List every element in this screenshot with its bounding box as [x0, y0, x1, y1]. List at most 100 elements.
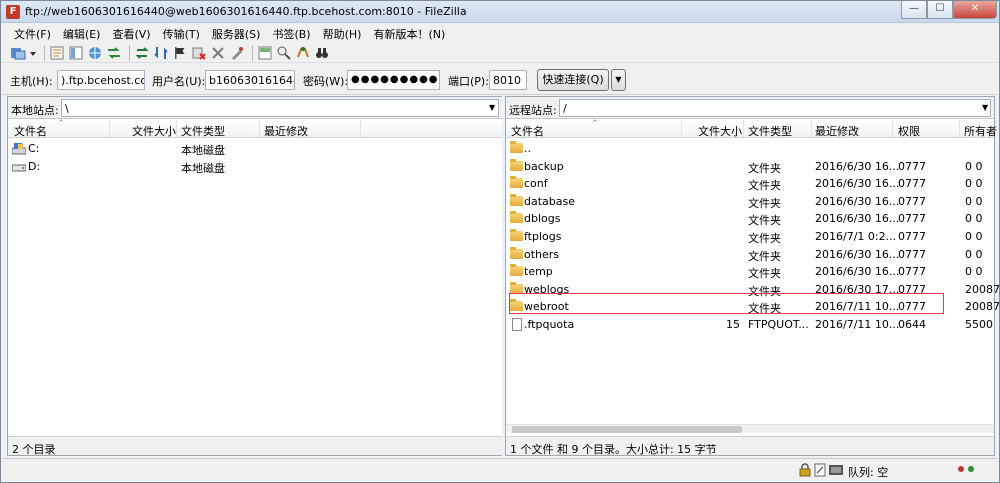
- message-log-icon[interactable]: [49, 45, 65, 61]
- column-divider[interactable]: [176, 120, 177, 137]
- folder-icon: [510, 229, 523, 241]
- username-input[interactable]: b1606301616440: [205, 70, 295, 90]
- local-pane: 本地站点: \ ▼ 文件名 ^ 文件大小 文件类型 最近修改 C: 本地磁盘 D…: [7, 96, 503, 456]
- port-input[interactable]: 8010: [489, 70, 527, 90]
- local-col-size[interactable]: 文件大小: [132, 123, 176, 139]
- file-modified: 2016/6/30 16...: [815, 177, 900, 191]
- close-button[interactable]: ✕: [953, 1, 997, 19]
- remote-path-input[interactable]: /: [559, 99, 991, 117]
- remote-file-row[interactable]: database 文件夹 2016/6/30 16... 0777 0 0: [506, 193, 994, 211]
- disconnect-icon[interactable]: [191, 45, 207, 61]
- file-type: 文件夹: [748, 249, 781, 263]
- directory-compare-icon[interactable]: [229, 45, 245, 61]
- menu-edit[interactable]: 编辑(E): [57, 24, 107, 42]
- remote-col-name[interactable]: 文件名: [511, 123, 544, 139]
- column-divider[interactable]: [109, 120, 110, 137]
- remote-col-permissions[interactable]: 权限: [898, 123, 920, 139]
- password-label: 密码(W):: [303, 75, 349, 88]
- remote-file-row[interactable]: others 文件夹 2016/6/30 16... 0777 0 0: [506, 246, 994, 264]
- toolbar: [2, 43, 998, 63]
- file-name: D:: [28, 160, 41, 173]
- remote-file-row[interactable]: ftplogs 文件夹 2016/7/1 0:2... 0777 0 0: [506, 228, 994, 246]
- dropdown-arrow-icon[interactable]: [29, 45, 37, 61]
- title-bar: F ftp://web1606301616440@web160630161644…: [1, 1, 999, 23]
- menu-help[interactable]: 帮助(H): [317, 24, 368, 42]
- menu-transfer[interactable]: 传输(T): [157, 24, 206, 42]
- sync-browse-icon[interactable]: [276, 45, 292, 61]
- remote-col-modified[interactable]: 最近修改: [815, 123, 859, 139]
- local-path-input[interactable]: \: [61, 99, 499, 117]
- cancel-icon[interactable]: [172, 45, 188, 61]
- reconnect-icon[interactable]: [210, 45, 226, 61]
- remote-col-owner[interactable]: 所有者: [964, 123, 997, 139]
- remote-file-row[interactable]: ..: [506, 140, 994, 158]
- remote-status: 1 个文件 和 9 个目录。大小总计: 15 字节: [506, 436, 994, 456]
- refresh-icon[interactable]: [134, 45, 150, 61]
- file-permissions: 0777: [898, 247, 926, 261]
- quickconnect-button[interactable]: 快速连接(Q): [537, 69, 609, 91]
- remote-file-row[interactable]: temp 文件夹 2016/6/30 16... 0777 0 0: [506, 263, 994, 281]
- quickconnect-dropdown-button[interactable]: ▼: [611, 69, 626, 91]
- search-icon[interactable]: [295, 45, 311, 61]
- filezilla-icon: F: [6, 5, 20, 19]
- menu-file[interactable]: 文件(F): [8, 24, 57, 42]
- file-name: ..: [524, 142, 531, 155]
- file-owner: 0 0: [965, 159, 983, 173]
- toolbar-separator: [44, 44, 45, 61]
- column-divider[interactable]: [681, 120, 682, 137]
- column-divider[interactable]: [811, 120, 812, 137]
- local-col-type[interactable]: 文件类型: [181, 123, 225, 139]
- remote-file-row[interactable]: dblogs 文件夹 2016/6/30 16... 0777 0 0: [506, 210, 994, 228]
- menu-view[interactable]: 查看(V): [106, 24, 156, 42]
- password-input[interactable]: ●●●●●●●●●: [347, 70, 440, 90]
- file-modified: 2016/7/11 10...: [815, 318, 900, 331]
- column-divider[interactable]: [892, 120, 893, 137]
- file-size: 15: [726, 318, 740, 331]
- menu-new-version[interactable]: 有新版本！(N): [367, 24, 451, 42]
- filter-icon[interactable]: [257, 45, 273, 61]
- remote-file-row[interactable]: conf 文件夹 2016/6/30 16... 0777 0 0: [506, 175, 994, 193]
- column-divider[interactable]: [360, 120, 361, 137]
- maximize-button[interactable]: ☐: [927, 1, 953, 19]
- local-file-row[interactable]: D: 本地磁盘: [8, 158, 502, 176]
- minimize-button[interactable]: —: [901, 1, 927, 19]
- file-permissions: 0777: [898, 212, 926, 226]
- file-permissions: 0777: [898, 194, 926, 208]
- send-led-icon: [968, 466, 974, 472]
- column-divider[interactable]: [743, 120, 744, 137]
- column-divider[interactable]: [259, 120, 260, 137]
- remote-col-size[interactable]: 文件大小: [698, 123, 742, 139]
- local-col-name[interactable]: 文件名: [14, 123, 47, 139]
- menu-server[interactable]: 服务器(S): [206, 24, 267, 42]
- remote-site-bar: 远程站点: / ▼: [506, 97, 994, 119]
- local-tree-icon[interactable]: [68, 45, 84, 61]
- local-col-modified[interactable]: 最近修改: [264, 123, 308, 139]
- process-queue-icon[interactable]: [153, 45, 169, 61]
- file-name: dblogs: [524, 212, 561, 226]
- host-input[interactable]: ).ftp.bcehost.com: [57, 70, 145, 90]
- transfer-queue-icon[interactable]: [106, 45, 122, 61]
- toolbar-separator: [252, 44, 253, 61]
- sort-ascending-icon: ^: [592, 119, 598, 127]
- file-type: 文件夹: [748, 214, 781, 228]
- scrollbar-thumb[interactable]: [512, 426, 742, 433]
- remote-path-dropdown[interactable]: ▼: [982, 103, 988, 112]
- remote-tree-icon[interactable]: [87, 45, 103, 61]
- file-type: 文件夹: [748, 179, 781, 193]
- local-site-bar: 本地站点: \ ▼: [8, 97, 502, 119]
- file-permissions: 0777: [898, 265, 926, 279]
- quickconnect-bar: 主机(H): ).ftp.bcehost.com 用户名(U): b160630…: [2, 65, 998, 95]
- remote-file-row[interactable]: backup 文件夹 2016/6/30 16... 0777 0 0: [506, 158, 994, 176]
- remote-col-type[interactable]: 文件类型: [748, 123, 792, 139]
- site-manager-icon[interactable]: [10, 45, 26, 61]
- local-path-dropdown[interactable]: ▼: [489, 103, 495, 112]
- column-divider[interactable]: [959, 120, 960, 137]
- file-owner: 0 0: [965, 247, 983, 261]
- local-file-row[interactable]: C: 本地磁盘: [8, 140, 502, 158]
- menu-bookmarks[interactable]: 书签(B): [266, 24, 316, 42]
- binoculars-icon[interactable]: [314, 45, 330, 61]
- network-config-icon: [829, 464, 843, 479]
- remote-horizontal-scrollbar[interactable]: [506, 424, 994, 433]
- remote-file-row[interactable]: .ftpquota 15 FTPQUOT... 2016/7/11 10... …: [506, 316, 994, 334]
- file-type: 本地磁盘: [181, 162, 225, 175]
